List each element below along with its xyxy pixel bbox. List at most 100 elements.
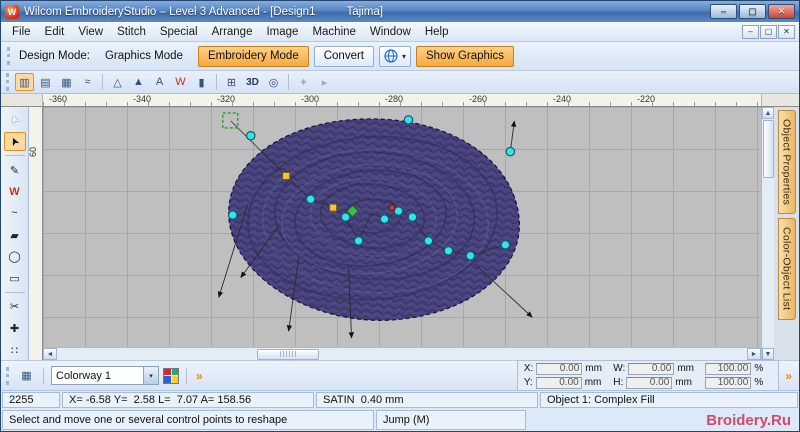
toolbar-separator	[43, 367, 44, 384]
corner-node[interactable]	[282, 171, 291, 180]
hoop-icon[interactable]: ◎	[264, 73, 283, 91]
embroidery-object[interactable]	[228, 118, 520, 321]
tab-object-properties[interactable]: Object Properties	[777, 110, 796, 215]
fill-tool[interactable]: ▰	[4, 225, 26, 245]
vertical-scrollbar[interactable]: ▲ ▼	[761, 107, 774, 360]
titlebar[interactable]: W Wilcom EmbroideryStudio – Level 3 Adva…	[1, 1, 799, 22]
grid-icon[interactable]: ⊞	[222, 73, 241, 91]
control-point[interactable]	[305, 194, 316, 204]
ellipse-tool[interactable]: ◯	[4, 247, 26, 267]
design-canvas-svg[interactable]	[43, 107, 761, 347]
menu-view[interactable]: View	[71, 24, 110, 40]
rectangle-tool[interactable]: ▭	[4, 268, 26, 288]
hint-bar: Select and move one or several control p…	[1, 409, 799, 431]
run-tool[interactable]: ~	[4, 204, 26, 224]
show-graphics-button[interactable]: Show Graphics	[416, 45, 514, 67]
select-object-tool[interactable]: ➤	[4, 110, 26, 130]
control-point[interactable]	[393, 206, 404, 216]
design-mode-toolbar: Design Mode: Graphics Mode Embroidery Mo…	[1, 42, 799, 71]
menu-arrange[interactable]: Arrange	[205, 24, 260, 40]
run-stitch-icon[interactable]: ▥	[15, 73, 34, 91]
control-point[interactable]	[379, 214, 390, 224]
toolbar-grip[interactable]	[7, 47, 11, 65]
satin-stitch-icon[interactable]: ▤	[36, 73, 55, 91]
tatami-stitch-icon[interactable]: ▦	[57, 73, 76, 91]
control-point[interactable]	[505, 146, 516, 157]
mdi-close-button[interactable]: ✕	[778, 24, 795, 39]
dropdown-arrow-icon[interactable]: ▾	[143, 367, 158, 384]
scale-x-input[interactable]: 100.00	[705, 362, 752, 375]
fusion-fill-icon[interactable]: △	[108, 73, 127, 91]
convert-button[interactable]: Convert	[313, 45, 374, 67]
close-button[interactable]: ✕	[768, 4, 795, 19]
corner-node[interactable]	[329, 203, 338, 212]
toolbar-grip[interactable]	[6, 73, 10, 91]
stitch-toolbar: ▥ ▤ ▦ ≈ △ ▲ A W ▮ ⊞ 3D ◎ ✦ ▸	[1, 71, 799, 94]
lettering-icon[interactable]: A	[150, 73, 169, 91]
lettering-tool[interactable]: W	[4, 182, 26, 202]
toolbar-overflow-icon[interactable]: »	[194, 369, 205, 383]
menu-help[interactable]: Help	[418, 24, 456, 40]
gradient-fill-icon[interactable]: ▲	[129, 73, 148, 91]
horizontal-ruler: -360 -340 -320 -300 -280 -260 -240 -220	[43, 94, 761, 106]
control-point[interactable]	[500, 240, 511, 250]
thread-colors-icon[interactable]	[163, 367, 179, 384]
machine-format-button[interactable]: ▾	[379, 45, 412, 67]
mdi-minimize-button[interactable]: –	[742, 24, 759, 39]
control-point[interactable]	[465, 251, 476, 261]
column-icon[interactable]: ▮	[192, 73, 211, 91]
control-point[interactable]	[227, 210, 238, 220]
tab-color-object-list[interactable]: Color-Object List	[777, 218, 796, 320]
stitch-marker[interactable]	[389, 204, 396, 211]
control-point[interactable]	[423, 236, 434, 246]
scroll-up-button[interactable]: ▲	[762, 107, 774, 119]
menu-stitch[interactable]: Stitch	[110, 24, 153, 40]
menu-image[interactable]: Image	[259, 24, 305, 40]
height-input[interactable]: 0.00	[626, 376, 673, 389]
control-point[interactable]	[403, 115, 414, 125]
maximize-button[interactable]: ▢	[739, 4, 766, 19]
width-input[interactable]: 0.00	[628, 362, 675, 375]
stitch-player-icon[interactable]: ▸	[315, 73, 334, 91]
reshape-object-tool[interactable]: ➤	[3, 131, 26, 152]
control-point[interactable]	[245, 130, 256, 141]
digitize-pencil-tool[interactable]: ✎	[4, 160, 26, 180]
monogram-icon[interactable]: W	[171, 73, 190, 91]
scroll-right-button[interactable]: ►	[747, 348, 761, 360]
graphics-mode-button[interactable]: Graphics Mode	[95, 46, 193, 67]
scroll-left-button[interactable]: ◄	[43, 348, 57, 360]
y-input[interactable]: 0.00	[535, 376, 582, 389]
motif-run-icon[interactable]: ≈	[78, 73, 97, 91]
scale-y-input[interactable]: 100.00	[705, 376, 752, 389]
effects-icon[interactable]: ✦	[294, 73, 313, 91]
pattern-stamp-tool[interactable]: ∷	[4, 340, 26, 360]
menu-file[interactable]: File	[5, 24, 38, 40]
menu-special[interactable]: Special	[153, 24, 205, 40]
control-point[interactable]	[340, 212, 351, 222]
x-input[interactable]: 0.00	[536, 362, 583, 375]
add-node-tool[interactable]: ✚	[4, 319, 26, 339]
embroidery-mode-button[interactable]: Embroidery Mode	[197, 45, 309, 67]
3d-view-icon[interactable]: 3D	[243, 73, 262, 91]
menu-window[interactable]: Window	[363, 24, 418, 40]
control-point[interactable]	[443, 246, 454, 256]
design-canvas[interactable]	[43, 107, 761, 347]
horizontal-scrollbar-thumb[interactable]	[257, 348, 319, 360]
toolbar-overflow-icon[interactable]: »	[783, 369, 794, 383]
cut-tool[interactable]: ✂	[4, 297, 26, 317]
colorway-select[interactable]: Colorway 1 ▾	[51, 366, 159, 385]
vertical-scrollbar-thumb[interactable]	[762, 120, 774, 178]
toolbar-grip[interactable]	[6, 366, 10, 385]
minimize-button[interactable]: –	[710, 4, 737, 19]
ruler-tick-label: -240	[552, 94, 572, 104]
mdi-restore-button[interactable]: ▢	[760, 24, 777, 39]
menu-machine[interactable]: Machine	[305, 24, 362, 40]
menu-edit[interactable]: Edit	[38, 24, 72, 40]
colorway-editor-icon[interactable]: ▦	[17, 367, 36, 385]
ruler-tick-label: -260	[468, 94, 488, 104]
control-point[interactable]	[407, 212, 418, 222]
horizontal-scrollbar[interactable]: ◄ ►	[43, 347, 761, 360]
mm-unit-label: mm	[584, 377, 602, 388]
scroll-down-button[interactable]: ▼	[762, 348, 774, 360]
control-point[interactable]	[353, 236, 364, 246]
